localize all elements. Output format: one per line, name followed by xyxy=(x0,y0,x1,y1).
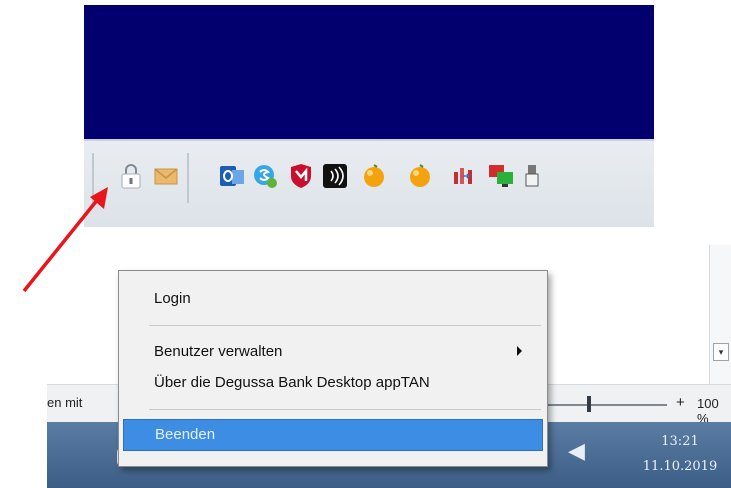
outlook-icon[interactable] xyxy=(218,162,246,190)
orange-ball-icon[interactable] xyxy=(406,162,434,190)
zoom-slider-track[interactable] xyxy=(547,404,667,406)
menu-item-beenden-label: Beenden xyxy=(155,426,216,443)
menu-separator xyxy=(149,325,541,326)
menu-separator xyxy=(149,409,541,410)
mail-icon[interactable] xyxy=(152,162,180,190)
usb-device-icon[interactable] xyxy=(520,162,548,190)
clock-time[interactable]: 13:21 xyxy=(625,434,731,449)
taskbar-separator xyxy=(187,153,189,203)
zoom-slider-thumb[interactable] xyxy=(587,396,591,412)
menu-item-login[interactable]: Login xyxy=(154,290,191,307)
menu-item-about[interactable]: Über die Degussa Bank Desktop appTAN xyxy=(154,374,430,391)
taskbar-closeup-panel xyxy=(84,5,654,227)
network-adapter-icon[interactable] xyxy=(451,162,479,190)
menu-item-beenden[interactable]: Beenden xyxy=(123,419,543,451)
background-document-edge xyxy=(709,245,731,385)
clock-date[interactable]: 11.10.2019 xyxy=(625,459,731,474)
skype-icon[interactable] xyxy=(251,162,279,190)
submenu-arrow-icon xyxy=(517,346,522,356)
orange-ball-icon[interactable] xyxy=(360,162,388,190)
red-arrow-annotation xyxy=(22,187,108,293)
nfc-reader-icon[interactable] xyxy=(321,162,349,190)
status-text: en mit xyxy=(47,395,83,410)
desktop-background xyxy=(84,5,654,139)
menu-item-benutzer-verwalten[interactable]: Benutzer verwalten xyxy=(154,343,282,360)
mcafee-icon[interactable] xyxy=(287,162,315,190)
show-hidden-icons-chevron-icon[interactable]: ◀ xyxy=(568,438,585,464)
notification-area xyxy=(84,139,654,227)
display-switch-icon[interactable] xyxy=(487,162,515,190)
lock-icon[interactable] xyxy=(117,162,145,190)
scroll-down-button[interactable]: ▾ xyxy=(713,343,729,361)
tray-context-menu: Login Benutzer verwalten Über die Deguss… xyxy=(118,270,548,467)
zoom-in-button[interactable]: + xyxy=(676,394,685,411)
